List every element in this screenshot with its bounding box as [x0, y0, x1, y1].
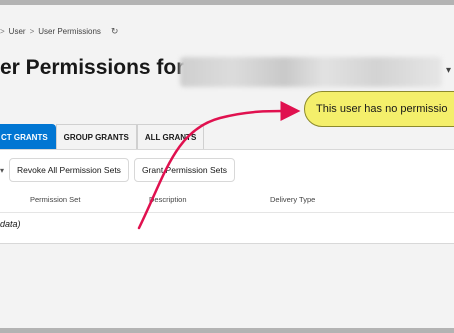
page-title: er Permissions for	[0, 56, 185, 79]
toolbar: ▾ Revoke All Permission Sets Grant Permi…	[0, 158, 235, 182]
revoke-all-button[interactable]: Revoke All Permission Sets	[9, 158, 129, 182]
refresh-icon[interactable]: ↻	[111, 26, 119, 37]
breadcrumb-item-user[interactable]: User	[9, 27, 26, 36]
empty-table-message: data)	[0, 219, 21, 229]
column-header-delivery-type[interactable]: Delivery Type	[270, 191, 315, 207]
page-panel: > User > User Permissions ↻ er Permissio…	[0, 5, 454, 328]
breadcrumb-separator: >	[29, 27, 35, 36]
chevron-down-icon[interactable]: ▾	[446, 65, 451, 76]
tab-bar: CT GRANTS GROUP GRANTS ALL GRANTS	[0, 124, 205, 149]
breadcrumb-item-user-permissions: User Permissions	[38, 27, 101, 36]
tab-all-grants[interactable]: ALL GRANTS	[136, 124, 205, 149]
breadcrumb-separator: >	[0, 27, 5, 36]
annotation-tooltip: This user has no permissio	[304, 91, 454, 127]
grant-permission-sets-button[interactable]: Grant Permission Sets	[133, 158, 235, 182]
column-header-description[interactable]: Description	[149, 191, 187, 207]
column-header-permission-set[interactable]: Permission Set	[30, 191, 80, 207]
dropdown-stub-icon[interactable]: ▾	[0, 158, 4, 182]
tab-direct-grants[interactable]: CT GRANTS	[0, 124, 56, 149]
breadcrumb: > User > User Permissions ↻	[0, 26, 118, 37]
header-divider	[0, 212, 454, 213]
redacted-user-name	[180, 57, 442, 87]
tab-group-grants[interactable]: GROUP GRANTS	[55, 124, 137, 149]
